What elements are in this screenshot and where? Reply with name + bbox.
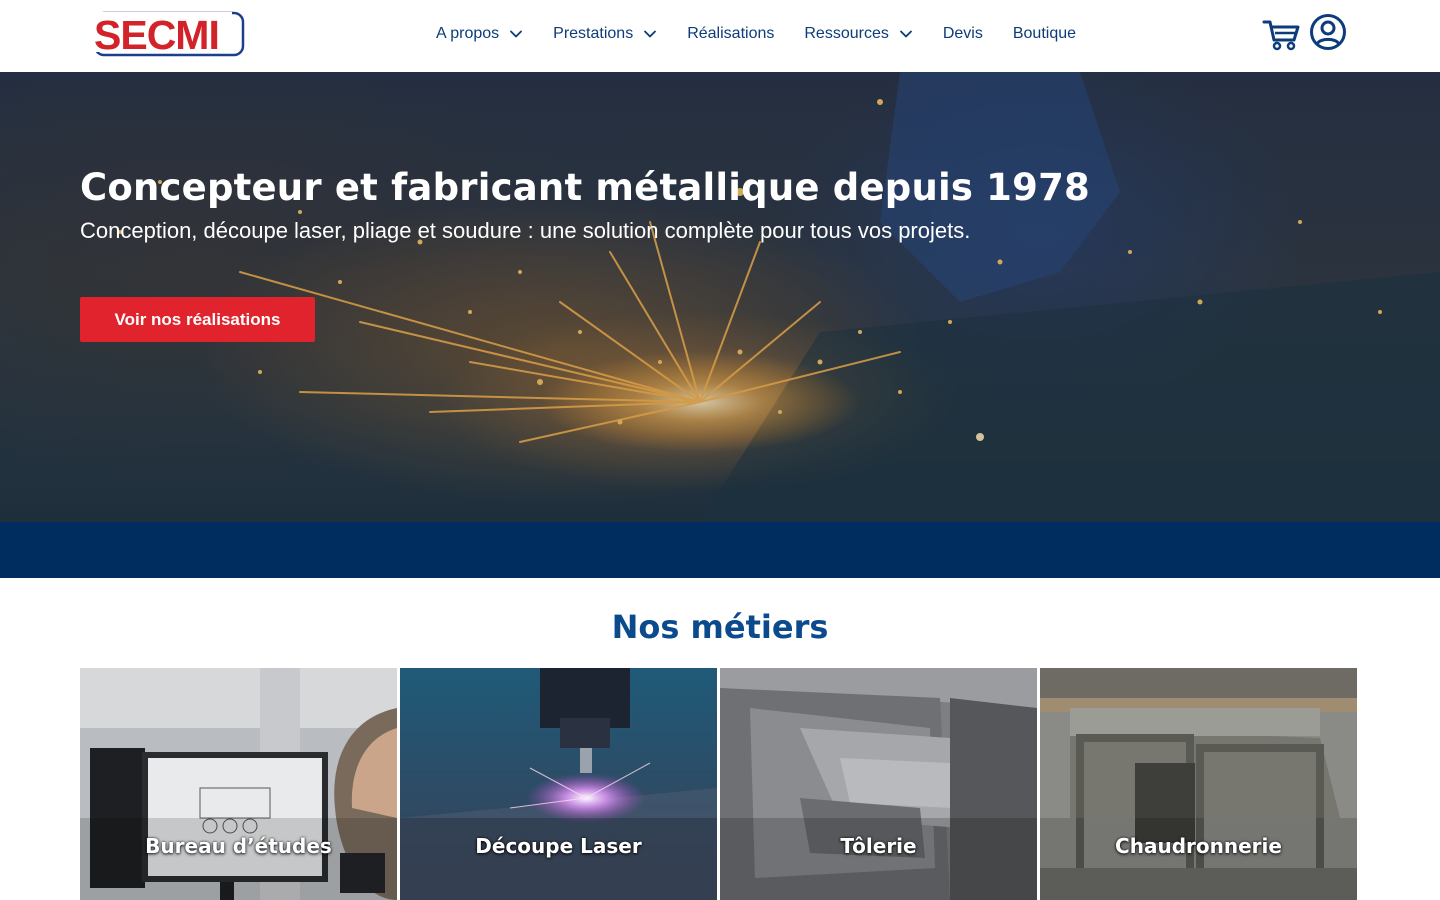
- chevron-down-icon: [899, 27, 913, 41]
- nav-item-prestations[interactable]: Prestations: [553, 25, 657, 43]
- site-header: SECMI A propos Prestations Réalisations …: [0, 0, 1440, 72]
- svg-text:SECMI: SECMI: [94, 12, 219, 58]
- nav-item-label: Prestations: [553, 25, 634, 42]
- section-title: Nos métiers: [611, 608, 829, 646]
- cart-icon[interactable]: [1262, 16, 1302, 52]
- nav-item-label: Devis: [942, 25, 983, 42]
- card-label: Chaudronnerie: [1115, 834, 1282, 858]
- nav-item-label: Ressources: [804, 25, 889, 42]
- card-chaudronnerie[interactable]: Chaudronnerie: [1040, 668, 1357, 900]
- metiers-grid: Bureau d’études Découpe Laser Tôlerie Ch…: [80, 668, 1360, 900]
- hero-subtitle: Conception, découpe laser, pliage et sou…: [80, 218, 971, 243]
- nav-item-label: Boutique: [1012, 25, 1077, 42]
- nav-item-a-propos[interactable]: A propos: [436, 25, 523, 43]
- nav-item-boutique[interactable]: Boutique: [1013, 25, 1076, 43]
- nav-item-realisations[interactable]: Réalisations: [687, 25, 774, 43]
- blue-band: [0, 522, 1440, 578]
- card-tolerie[interactable]: Tôlerie: [720, 668, 1037, 900]
- card-decoupe-laser[interactable]: Découpe Laser: [400, 668, 717, 900]
- user-account-icon[interactable]: [1309, 13, 1347, 51]
- hero-banner: Concepteur et fabricant métallique depui…: [0, 72, 1440, 522]
- nav-item-devis[interactable]: Devis: [943, 25, 983, 43]
- hero-title: Concepteur et fabricant métallique depui…: [80, 166, 1090, 209]
- card-bureau-etudes[interactable]: Bureau d’études: [80, 668, 397, 900]
- decoupe-laser-image: [400, 668, 717, 900]
- main-nav: A propos Prestations Réalisations Ressou…: [436, 0, 1076, 68]
- nav-item-ressources[interactable]: Ressources: [804, 25, 912, 43]
- nav-item-label: A propos: [436, 25, 500, 42]
- tolerie-image: [720, 668, 1037, 900]
- secmi-logo[interactable]: SECMI: [92, 9, 246, 59]
- nav-item-label: Réalisations: [687, 25, 775, 42]
- card-label: Tôlerie: [840, 834, 917, 858]
- view-realisations-button[interactable]: Voir nos réalisations: [80, 297, 315, 342]
- chaudronnerie-image: [1040, 668, 1357, 900]
- card-label: Découpe Laser: [475, 834, 642, 858]
- chevron-down-icon: [643, 27, 657, 41]
- bureau-etudes-image: [80, 668, 397, 900]
- card-label: Bureau d’études: [145, 834, 332, 858]
- chevron-down-icon: [509, 27, 523, 41]
